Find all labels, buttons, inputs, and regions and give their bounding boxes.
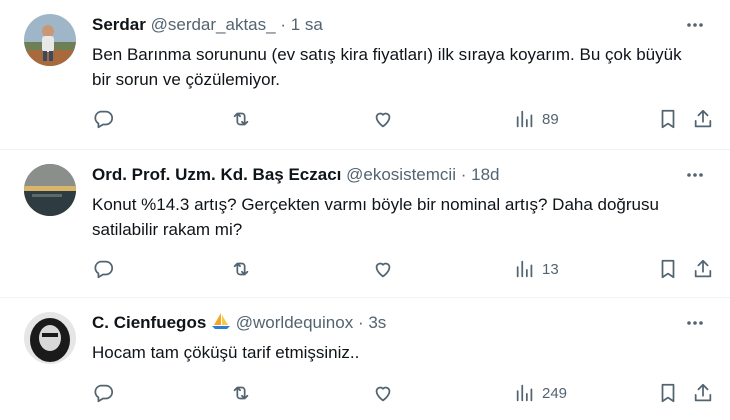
tweet-header: C. Cienfuegos @worldequinox · 3s <box>92 312 660 334</box>
more-icon[interactable] <box>682 12 708 38</box>
like-icon <box>375 262 391 278</box>
reply-button[interactable] <box>92 106 114 132</box>
tweet-text: Ben Barınma sorununu (ev satış kira fiya… <box>92 45 682 89</box>
share-icon <box>694 259 712 278</box>
reply-icon <box>94 260 114 279</box>
timestamp[interactable]: 3s <box>368 313 386 332</box>
bookmark-button[interactable] <box>657 256 679 282</box>
sailboat-emoji <box>212 313 231 329</box>
reply-button[interactable] <box>92 256 114 282</box>
tweet-header: Ord. Prof. Uzm. Kd. Baş Eczacı @ekosiste… <box>92 164 660 186</box>
display-name[interactable]: Serdar <box>92 15 146 34</box>
user-handle[interactable]: @worldequinox <box>236 313 353 332</box>
more-icon[interactable] <box>682 310 708 336</box>
avatar[interactable] <box>24 14 76 66</box>
views-icon <box>516 260 533 278</box>
action-bar: 89 <box>92 106 712 132</box>
views-button[interactable]: 249 <box>514 380 567 406</box>
timestamp[interactable]: 18d <box>471 165 499 184</box>
like-button[interactable] <box>372 256 394 282</box>
retweet-button[interactable] <box>230 380 252 406</box>
like-icon <box>375 112 391 128</box>
retweet-button[interactable] <box>230 256 252 282</box>
display-name[interactable]: Ord. Prof. Uzm. Kd. Baş Eczacı <box>92 165 341 184</box>
separator: · <box>357 313 364 332</box>
views-button[interactable]: 13 <box>514 256 559 282</box>
action-bar: 13 <box>92 256 712 282</box>
tweet[interactable]: C. Cienfuegos @worldequinox · 3s Hocam t… <box>0 298 730 420</box>
share-icon <box>694 383 712 402</box>
user-handle[interactable]: @ekosistemcii <box>346 165 456 184</box>
reply-feed: Serdar @serdar_aktas_ · 1 sa Ben Barınma… <box>0 0 730 420</box>
tweet[interactable]: Ord. Prof. Uzm. Kd. Baş Eczacı @ekosiste… <box>0 150 730 298</box>
separator: · <box>280 15 287 34</box>
user-handle[interactable]: @serdar_aktas_ <box>151 15 276 34</box>
tweet[interactable]: Serdar @serdar_aktas_ · 1 sa Ben Barınma… <box>0 0 730 150</box>
retweet-icon <box>233 112 249 126</box>
bookmark-icon <box>661 383 675 403</box>
bookmark-button[interactable] <box>657 380 679 406</box>
like-button[interactable] <box>372 380 394 406</box>
bookmark-icon <box>661 259 675 279</box>
views-icon <box>516 110 533 128</box>
timestamp[interactable]: 1 sa <box>291 15 323 34</box>
reply-button[interactable] <box>92 380 114 406</box>
avatar[interactable] <box>24 164 76 216</box>
bookmark-button[interactable] <box>657 106 679 132</box>
views-button[interactable]: 89 <box>514 106 559 132</box>
views-count: 89 <box>542 110 559 128</box>
avatar[interactable] <box>24 312 76 364</box>
display-name[interactable]: C. Cienfuegos <box>92 313 206 332</box>
tweet-text: Konut %14.3 artış? Gerçekten varmı böyle… <box>92 195 659 239</box>
share-icon <box>694 109 712 128</box>
views-icon <box>516 384 533 402</box>
views-count: 13 <box>542 260 559 278</box>
share-button[interactable] <box>692 106 714 132</box>
retweet-icon <box>233 262 249 276</box>
share-button[interactable] <box>692 380 714 406</box>
action-bar: 249 <box>92 380 712 406</box>
bookmark-icon <box>661 109 675 129</box>
like-button[interactable] <box>372 106 394 132</box>
share-button[interactable] <box>692 256 714 282</box>
retweet-icon <box>233 386 249 400</box>
retweet-button[interactable] <box>230 106 252 132</box>
more-icon[interactable] <box>682 162 708 188</box>
reply-icon <box>94 384 114 403</box>
like-icon <box>375 386 391 402</box>
tweet-text: Hocam tam çöküşü tarif etmişsiniz.. <box>92 343 360 362</box>
views-count: 249 <box>542 384 568 402</box>
reply-icon <box>94 110 114 129</box>
separator: · <box>460 165 467 184</box>
tweet-header: Serdar @serdar_aktas_ · 1 sa <box>92 14 660 36</box>
